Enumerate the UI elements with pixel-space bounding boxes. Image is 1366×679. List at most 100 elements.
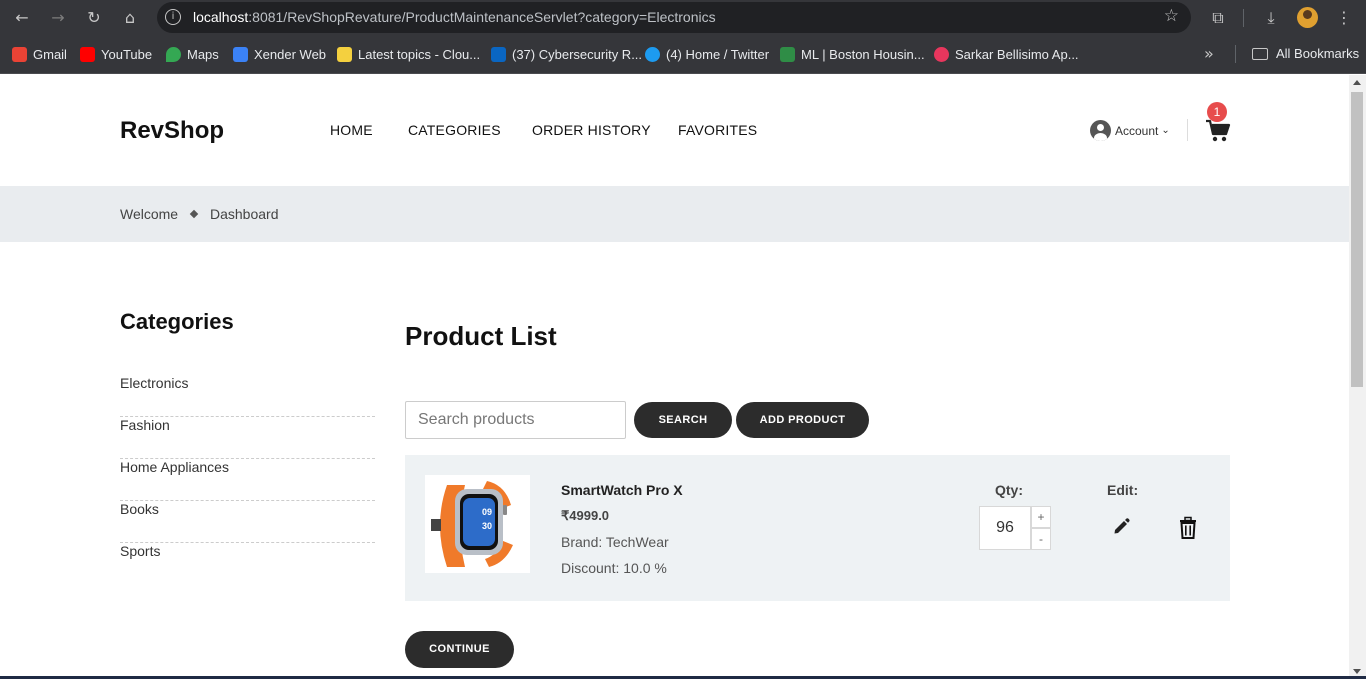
watch-hour-text: 09 — [482, 507, 492, 517]
category-electronics[interactable]: Electronics — [120, 375, 375, 417]
page-content: RevShop HOME CATEGORIES ORDER HISTORY FA… — [0, 75, 1349, 679]
breadcrumb-dashboard[interactable]: Dashboard — [210, 206, 279, 222]
category-sports[interactable]: Sports — [120, 543, 375, 585]
search-input[interactable] — [405, 401, 626, 439]
page-title: Product List — [405, 321, 557, 351]
pencil-icon[interactable] — [1112, 516, 1132, 536]
site-header: RevShop HOME CATEGORIES ORDER HISTORY FA… — [0, 75, 1349, 186]
product-name: SmartWatch Pro X — [561, 482, 683, 498]
qty-increment-button[interactable]: + — [1031, 506, 1051, 528]
bookmark-xender[interactable]: Xender Web — [233, 46, 326, 62]
product-discount: Discount: 10.0 % — [561, 560, 667, 576]
quantity-input[interactable]: 96 — [979, 506, 1031, 550]
more-bookmarks-icon[interactable]: » — [1204, 44, 1214, 63]
category-label: Books — [120, 501, 159, 517]
bookmark-label: Latest topics - Clou... — [358, 46, 481, 62]
latest-topics-icon — [337, 46, 352, 62]
product-brand: Brand: TechWear — [561, 534, 669, 550]
download-icon[interactable]: ⤓ — [1259, 6, 1283, 30]
breadcrumb-welcome[interactable]: Welcome — [120, 206, 178, 222]
cart-icon[interactable] — [1205, 119, 1231, 143]
scrollbar-thumb[interactable] — [1351, 92, 1363, 387]
geeksforgeeks-icon — [780, 46, 795, 62]
browser-toolbar: ← → ↻ ⌂ i localhost:8081/RevShopRevature… — [0, 0, 1366, 35]
user-circle-icon — [1090, 120, 1111, 141]
nav-home[interactable]: HOME — [330, 122, 373, 138]
twitter-icon — [645, 46, 660, 62]
breadcrumb-separator-icon — [189, 209, 199, 219]
trash-icon[interactable] — [1177, 516, 1199, 540]
add-product-button[interactable]: ADD PRODUCT — [736, 402, 869, 438]
header-divider — [1187, 119, 1188, 141]
bookmark-label: YouTube — [101, 46, 153, 62]
bookmarks-bar: Gmail YouTube Maps Xender Web Latest top… — [0, 35, 1366, 74]
bookmark-label: Gmail — [33, 46, 67, 62]
bookmark-label: Xender Web — [254, 46, 327, 62]
category-books[interactable]: Books — [120, 501, 375, 543]
address-bar[interactable]: i localhost:8081/RevShopRevature/Product… — [157, 2, 1191, 33]
nav-favorites[interactable]: FAVORITES — [678, 122, 757, 138]
forward-icon[interactable]: → — [46, 6, 70, 30]
search-button[interactable]: SEARCH — [634, 402, 732, 438]
page-scrollbar[interactable] — [1349, 75, 1366, 679]
bookmark-label: (37) Cybersecurity R... — [512, 46, 643, 62]
watch-minute-text: 30 — [482, 521, 492, 531]
site-logo[interactable]: RevShop — [120, 117, 224, 145]
profile-avatar[interactable] — [1297, 7, 1318, 28]
qty-decrement-button[interactable]: - — [1031, 528, 1051, 550]
home-icon[interactable]: ⌂ — [118, 6, 142, 30]
folder-icon — [1252, 47, 1268, 60]
smartwatch-image: 09 30 — [425, 475, 530, 573]
all-bookmarks-button[interactable]: All Bookmarks — [1252, 46, 1359, 61]
sarkar-icon — [934, 46, 949, 62]
bookmark-star-icon[interactable]: ☆ — [1164, 6, 1179, 26]
qty-label: Qty: — [995, 482, 1023, 498]
all-bookmarks-label: All Bookmarks — [1276, 46, 1360, 61]
url-text[interactable]: localhost:8081/RevShopRevature/ProductMa… — [193, 9, 716, 25]
bookmark-cybersecurity[interactable]: (37) Cybersecurity R... — [491, 46, 642, 62]
edit-label: Edit: — [1107, 482, 1139, 498]
category-label: Fashion — [120, 417, 170, 433]
nav-order-history[interactable]: ORDER HISTORY — [532, 122, 651, 138]
category-label: Electronics — [120, 375, 189, 391]
reload-icon[interactable]: ↻ — [82, 6, 106, 30]
bookmark-maps[interactable]: Maps — [166, 46, 219, 62]
bookmark-latest-topics[interactable]: Latest topics - Clou... — [337, 46, 480, 62]
category-fashion[interactable]: Fashion — [120, 417, 375, 459]
account-menu[interactable]: Account ⌄ — [1090, 120, 1170, 141]
bookmark-label: Sarkar Bellisimo Ap... — [955, 46, 1079, 62]
gmail-icon — [12, 46, 27, 62]
toolbar-divider — [1243, 9, 1244, 27]
categories-title: Categories — [120, 309, 234, 334]
xender-icon — [233, 46, 248, 62]
back-icon[interactable]: ← — [10, 6, 34, 30]
nav-categories[interactable]: CATEGORIES — [408, 122, 501, 138]
menu-kebab-icon[interactable]: ⋮ — [1332, 6, 1356, 30]
bookmarks-divider — [1235, 45, 1236, 63]
category-label: Sports — [120, 543, 161, 559]
product-price: ₹4999.0 — [561, 508, 610, 523]
category-home-appliances[interactable]: Home Appliances — [120, 459, 375, 501]
youtube-icon — [80, 46, 95, 62]
bookmark-sarkar[interactable]: Sarkar Bellisimo Ap... — [934, 46, 1079, 62]
category-label: Home Appliances — [120, 459, 229, 475]
maps-icon — [166, 46, 181, 62]
bookmark-boston-housing[interactable]: ML | Boston Housin... — [780, 46, 925, 62]
product-image[interactable]: 09 30 — [425, 475, 530, 573]
bookmark-twitter[interactable]: (4) Home / Twitter — [645, 46, 769, 62]
bookmark-gmail[interactable]: Gmail — [12, 46, 67, 62]
account-label: Account — [1115, 123, 1159, 138]
product-card: 09 30 SmartWatch Pro X ₹4999.0 Brand: Te… — [405, 455, 1230, 601]
bookmark-label: ML | Boston Housin... — [801, 46, 925, 62]
bookmark-label: (4) Home / Twitter — [666, 46, 770, 62]
scroll-down-icon[interactable] — [1353, 669, 1361, 674]
chevron-down-icon: ⌄ — [1161, 125, 1170, 136]
cart-count-badge: 1 — [1207, 102, 1227, 122]
continue-button[interactable]: CONTINUE — [405, 631, 514, 668]
scroll-up-icon[interactable] — [1353, 80, 1361, 85]
bookmark-youtube[interactable]: YouTube — [80, 46, 152, 62]
bookmark-label: Maps — [187, 46, 219, 62]
breadcrumb: Welcome Dashboard — [0, 186, 1349, 242]
site-info-icon[interactable]: i — [165, 9, 181, 25]
extensions-icon[interactable]: ⧉ — [1206, 6, 1230, 30]
